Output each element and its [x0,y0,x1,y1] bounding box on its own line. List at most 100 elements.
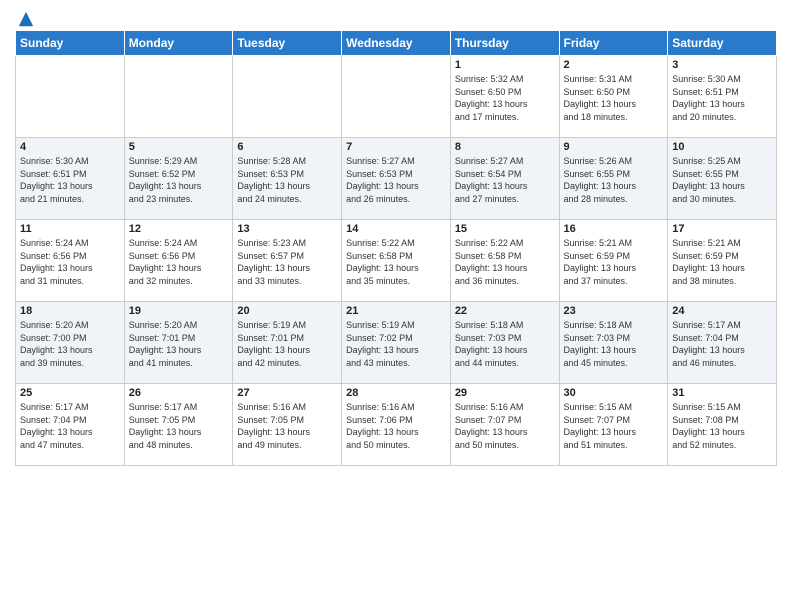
day-info: Sunrise: 5:20 AM Sunset: 7:00 PM Dayligh… [20,319,120,369]
header-tuesday: Tuesday [233,31,342,56]
day-info: Sunrise: 5:27 AM Sunset: 6:53 PM Dayligh… [346,155,446,205]
day-cell [233,56,342,138]
day-number: 29 [455,387,555,399]
day-info: Sunrise: 5:16 AM Sunset: 7:07 PM Dayligh… [455,401,555,451]
day-info: Sunrise: 5:17 AM Sunset: 7:04 PM Dayligh… [672,319,772,369]
day-info: Sunrise: 5:32 AM Sunset: 6:50 PM Dayligh… [455,73,555,123]
day-number: 13 [237,223,337,235]
day-info: Sunrise: 5:15 AM Sunset: 7:07 PM Dayligh… [564,401,664,451]
day-cell: 25 Sunrise: 5:17 AM Sunset: 7:04 PM Dayli… [16,384,125,466]
day-info: Sunrise: 5:29 AM Sunset: 6:52 PM Dayligh… [129,155,229,205]
day-info: Sunrise: 5:22 AM Sunset: 6:58 PM Dayligh… [346,237,446,287]
day-info: Sunrise: 5:24 AM Sunset: 6:56 PM Dayligh… [20,237,120,287]
day-number: 31 [672,387,772,399]
day-info: Sunrise: 5:20 AM Sunset: 7:01 PM Dayligh… [129,319,229,369]
day-number: 18 [20,305,120,317]
day-number: 2 [564,59,664,71]
week-row-3: 18 Sunrise: 5:20 AM Sunset: 7:00 PM Dayli… [16,302,777,384]
day-number: 11 [20,223,120,235]
day-cell: 6 Sunrise: 5:28 AM Sunset: 6:53 PM Daylig… [233,138,342,220]
header-sunday: Sunday [16,31,125,56]
day-number: 30 [564,387,664,399]
day-cell: 23Sunrise: 5:18 AM Sunset: 7:03 PM Dayli… [559,302,668,384]
day-number: 26 [129,387,229,399]
day-cell: 29 Sunrise: 5:16 AM Sunset: 7:07 PM Dayli… [450,384,559,466]
day-cell: 19 Sunrise: 5:20 AM Sunset: 7:01 PM Dayli… [124,302,233,384]
header [15,10,777,24]
day-info: Sunrise: 5:25 AM Sunset: 6:55 PM Dayligh… [672,155,772,205]
day-number: 7 [346,141,446,153]
day-number: 16 [564,223,664,235]
day-cell: 3 Sunrise: 5:30 AM Sunset: 6:51 PM Daylig… [668,56,777,138]
day-cell: 27Sunrise: 5:16 AM Sunset: 7:05 PM Dayli… [233,384,342,466]
day-cell: 9Sunrise: 5:26 AM Sunset: 6:55 PM Daylig… [559,138,668,220]
week-row-0: 1Sunrise: 5:32 AM Sunset: 6:50 PM Daylig… [16,56,777,138]
day-number: 5 [129,141,229,153]
day-number: 22 [455,305,555,317]
day-cell: 8 Sunrise: 5:27 AM Sunset: 6:54 PM Daylig… [450,138,559,220]
day-cell [342,56,451,138]
day-number: 4 [20,141,120,153]
day-cell: 1Sunrise: 5:32 AM Sunset: 6:50 PM Daylig… [450,56,559,138]
day-info: Sunrise: 5:17 AM Sunset: 7:04 PM Dayligh… [20,401,120,451]
header-monday: Monday [124,31,233,56]
day-cell: 15Sunrise: 5:22 AM Sunset: 6:58 PM Dayli… [450,220,559,302]
day-number: 20 [237,305,337,317]
day-cell: 2 Sunrise: 5:31 AM Sunset: 6:50 PM Daylig… [559,56,668,138]
day-number: 12 [129,223,229,235]
day-cell: 10Sunrise: 5:25 AM Sunset: 6:55 PM Dayli… [668,138,777,220]
week-row-4: 25 Sunrise: 5:17 AM Sunset: 7:04 PM Dayli… [16,384,777,466]
day-info: Sunrise: 5:28 AM Sunset: 6:53 PM Dayligh… [237,155,337,205]
day-info: Sunrise: 5:21 AM Sunset: 6:59 PM Dayligh… [672,237,772,287]
day-number: 8 [455,141,555,153]
day-number: 15 [455,223,555,235]
day-cell: 4 Sunrise: 5:30 AM Sunset: 6:51 PM Daylig… [16,138,125,220]
day-info: Sunrise: 5:18 AM Sunset: 7:03 PM Dayligh… [455,319,555,369]
day-info: Sunrise: 5:15 AM Sunset: 7:08 PM Dayligh… [672,401,772,451]
day-info: Sunrise: 5:27 AM Sunset: 6:54 PM Dayligh… [455,155,555,205]
logo [15,10,35,24]
day-info: Sunrise: 5:30 AM Sunset: 6:51 PM Dayligh… [20,155,120,205]
day-info: Sunrise: 5:17 AM Sunset: 7:05 PM Dayligh… [129,401,229,451]
day-number: 28 [346,387,446,399]
day-info: Sunrise: 5:30 AM Sunset: 6:51 PM Dayligh… [672,73,772,123]
day-cell: 17 Sunrise: 5:21 AM Sunset: 6:59 PM Dayli… [668,220,777,302]
day-number: 14 [346,223,446,235]
calendar-table: SundayMondayTuesdayWednesdayThursdayFrid… [15,30,777,466]
day-cell: 13 Sunrise: 5:23 AM Sunset: 6:57 PM Dayli… [233,220,342,302]
day-cell: 11 Sunrise: 5:24 AM Sunset: 6:56 PM Dayli… [16,220,125,302]
day-info: Sunrise: 5:31 AM Sunset: 6:50 PM Dayligh… [564,73,664,123]
week-row-1: 4 Sunrise: 5:30 AM Sunset: 6:51 PM Daylig… [16,138,777,220]
day-info: Sunrise: 5:16 AM Sunset: 7:06 PM Dayligh… [346,401,446,451]
day-cell: 22 Sunrise: 5:18 AM Sunset: 7:03 PM Dayli… [450,302,559,384]
day-cell: 12 Sunrise: 5:24 AM Sunset: 6:56 PM Dayli… [124,220,233,302]
day-cell: 26 Sunrise: 5:17 AM Sunset: 7:05 PM Dayli… [124,384,233,466]
day-number: 19 [129,305,229,317]
day-number: 3 [672,59,772,71]
day-info: Sunrise: 5:24 AM Sunset: 6:56 PM Dayligh… [129,237,229,287]
day-info: Sunrise: 5:23 AM Sunset: 6:57 PM Dayligh… [237,237,337,287]
day-cell: 5 Sunrise: 5:29 AM Sunset: 6:52 PM Daylig… [124,138,233,220]
logo-icon [17,10,35,28]
day-cell: 24Sunrise: 5:17 AM Sunset: 7:04 PM Dayli… [668,302,777,384]
header-thursday: Thursday [450,31,559,56]
day-number: 6 [237,141,337,153]
day-number: 25 [20,387,120,399]
day-number: 21 [346,305,446,317]
day-info: Sunrise: 5:19 AM Sunset: 7:01 PM Dayligh… [237,319,337,369]
day-cell [124,56,233,138]
day-info: Sunrise: 5:26 AM Sunset: 6:55 PM Dayligh… [564,155,664,205]
day-cell: 14 Sunrise: 5:22 AM Sunset: 6:58 PM Dayli… [342,220,451,302]
calendar-page: SundayMondayTuesdayWednesdayThursdayFrid… [0,0,792,612]
day-cell: 30 Sunrise: 5:15 AM Sunset: 7:07 PM Dayli… [559,384,668,466]
day-cell: 7 Sunrise: 5:27 AM Sunset: 6:53 PM Daylig… [342,138,451,220]
header-row: SundayMondayTuesdayWednesdayThursdayFrid… [16,31,777,56]
header-wednesday: Wednesday [342,31,451,56]
day-number: 23 [564,305,664,317]
week-row-2: 11 Sunrise: 5:24 AM Sunset: 6:56 PM Dayli… [16,220,777,302]
day-info: Sunrise: 5:21 AM Sunset: 6:59 PM Dayligh… [564,237,664,287]
day-cell: 16 Sunrise: 5:21 AM Sunset: 6:59 PM Dayli… [559,220,668,302]
header-saturday: Saturday [668,31,777,56]
day-number: 17 [672,223,772,235]
day-info: Sunrise: 5:16 AM Sunset: 7:05 PM Dayligh… [237,401,337,451]
